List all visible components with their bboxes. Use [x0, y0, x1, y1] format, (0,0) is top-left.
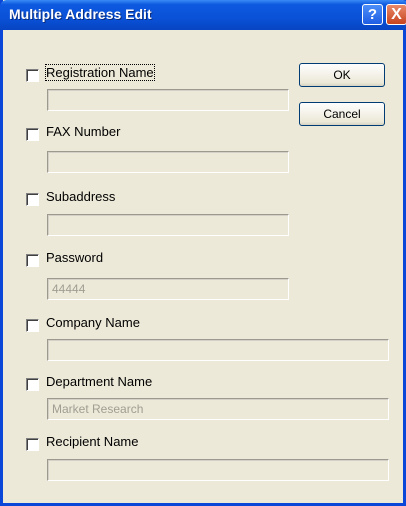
department-name-checkbox[interactable] [26, 378, 39, 391]
registration-name-field[interactable] [47, 89, 289, 111]
title-bar[interactable]: Multiple Address Edit ? X [0, 0, 406, 30]
subaddress-label: Subaddress [46, 189, 116, 204]
registration-name-checkbox[interactable] [26, 69, 39, 82]
department-name-label: Department Name [46, 374, 153, 389]
fax-number-label: FAX Number [46, 124, 121, 139]
password-label: Password [46, 250, 104, 265]
password-field[interactable]: 44444 [47, 278, 289, 300]
help-button[interactable]: ? [362, 4, 383, 25]
close-button[interactable]: X [386, 4, 406, 25]
company-name-label: Company Name [46, 315, 140, 330]
subaddress-checkbox[interactable] [26, 193, 39, 206]
help-icon: ? [367, 6, 378, 23]
subaddress-field[interactable] [47, 214, 289, 236]
company-name-checkbox[interactable] [26, 319, 39, 332]
fax-number-field[interactable] [47, 151, 289, 173]
window-title: Multiple Address Edit [9, 6, 152, 22]
close-icon: X [391, 6, 402, 23]
dialog-window: Multiple Address Edit ? X Registration N… [0, 0, 406, 506]
company-name-field[interactable] [47, 339, 389, 361]
recipient-name-checkbox[interactable] [26, 438, 39, 451]
department-name-field[interactable]: Market Research [47, 398, 389, 420]
recipient-name-field[interactable] [47, 459, 389, 481]
password-checkbox[interactable] [26, 254, 39, 267]
cancel-button[interactable]: Cancel [299, 102, 385, 126]
registration-name-label: Registration Name [45, 64, 155, 81]
recipient-name-label: Recipient Name [46, 434, 139, 449]
fax-number-checkbox[interactable] [26, 128, 39, 141]
ok-button[interactable]: OK [299, 63, 385, 87]
